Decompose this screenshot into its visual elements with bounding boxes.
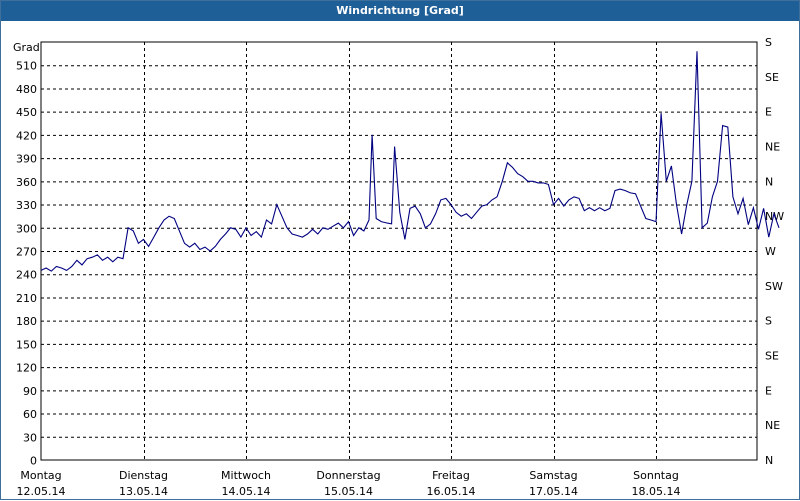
y-tick-label: 240 (16, 269, 37, 282)
y-tick-label: 480 (16, 83, 37, 96)
y-tick-label: 0 (30, 455, 37, 468)
compass-label: SE (765, 71, 779, 84)
compass-label: E (765, 384, 772, 397)
y-tick-label: 360 (16, 176, 37, 189)
y-tick-label: 90 (23, 385, 37, 398)
x-tick-date: 12.05.14 (17, 485, 66, 498)
compass-label: W (765, 245, 776, 258)
y-tick-label: 450 (16, 106, 37, 119)
y-tick-label: 300 (16, 222, 37, 235)
compass-label: E (765, 106, 772, 119)
y-tick-label: 30 (23, 431, 37, 444)
x-tick-date: 14.05.14 (222, 485, 271, 498)
x-tick-date: 16.05.14 (427, 485, 476, 498)
chart-window: Windrichtung [Grad] 0 30 60 90 120 150 180 210 2… (0, 0, 800, 500)
y-tick-label: 120 (16, 362, 37, 375)
compass-label: NE (765, 419, 780, 432)
x-tick-day: Dienstag (119, 469, 168, 482)
y-tick-label: 510 (16, 60, 37, 73)
y-tick-label: 270 (16, 246, 37, 259)
line-chart: 0 30 60 90 120 150 180 210 240 270 300 330 360 390 420… (13, 36, 784, 498)
x-tick-date: 18.05.14 (632, 485, 681, 498)
y-tick-label: 180 (16, 315, 37, 328)
y-tick-label: 210 (16, 292, 37, 305)
compass-label: N (765, 454, 773, 467)
compass-label: S (765, 36, 772, 49)
compass-label: SE (765, 350, 779, 363)
y-tick-label: 420 (16, 129, 37, 142)
x-tick-date: 15.05.14 (324, 485, 373, 498)
x-tick-day: Sonntag (633, 469, 679, 482)
compass-label: NE (765, 141, 780, 154)
x-tick-date: 17.05.14 (529, 485, 578, 498)
compass-label: N (765, 175, 773, 188)
y-tick-label: 390 (16, 153, 37, 166)
compass-label: S (765, 315, 772, 328)
y-axis-label: Grad (13, 41, 40, 54)
x-tick-day: Mittwoch (221, 469, 271, 482)
compass-label: SW (765, 280, 783, 293)
y-tick-label: 330 (16, 199, 37, 212)
y-tick-label: 150 (16, 338, 37, 351)
x-tick-day: Donnerstag (316, 469, 380, 482)
x-tick-day: Samstag (529, 469, 577, 482)
x-tick-date: 13.05.14 (119, 485, 168, 498)
x-tick-day: Montag (20, 469, 61, 482)
y-tick-label: 60 (23, 408, 37, 421)
x-tick-day: Freitag (432, 469, 470, 482)
